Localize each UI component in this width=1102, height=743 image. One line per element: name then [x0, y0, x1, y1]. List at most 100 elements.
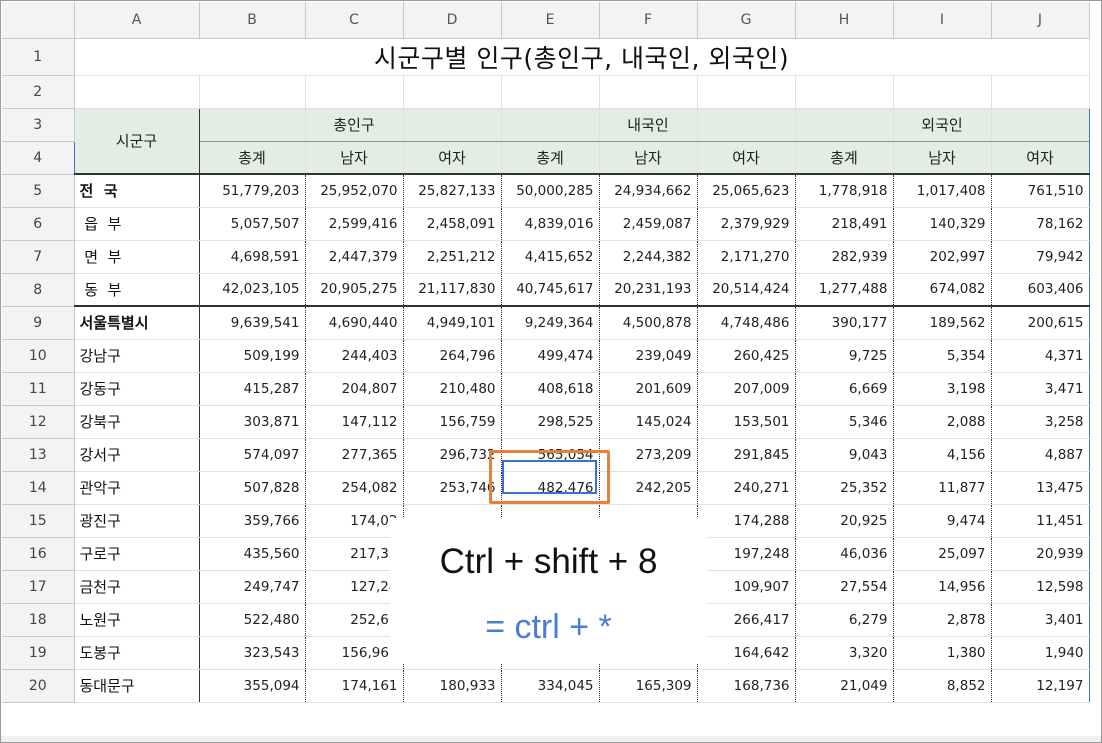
value-cell[interactable]: 14,956: [893, 570, 992, 604]
value-cell[interactable]: 11,877: [893, 471, 992, 505]
row-header[interactable]: 18: [2, 603, 75, 637]
value-cell[interactable]: 277,365: [305, 438, 404, 472]
sub-header-cell[interactable]: 여자: [991, 141, 1090, 175]
region-name-cell[interactable]: 노원구: [73, 603, 200, 637]
value-cell[interactable]: 674,082: [893, 273, 992, 307]
value-cell[interactable]: 9,639,541: [199, 306, 306, 340]
value-cell[interactable]: 359,766: [199, 504, 306, 538]
cell[interactable]: [991, 107, 1090, 142]
value-cell[interactable]: 1,277,488: [795, 273, 894, 307]
cell[interactable]: [305, 75, 404, 109]
region-name-cell[interactable]: 서울특별시: [73, 306, 200, 340]
value-cell[interactable]: 2,088: [893, 405, 992, 439]
column-header-e[interactable]: E: [501, 2, 600, 39]
sub-header-cell[interactable]: 총계: [199, 141, 306, 175]
value-cell[interactable]: 4,371: [991, 339, 1090, 373]
column-header-d[interactable]: D: [403, 2, 502, 39]
value-cell[interactable]: 1,017,408: [893, 174, 992, 208]
value-cell[interactable]: 4,949,101: [403, 306, 502, 340]
group-header-foreign[interactable]: 외국인: [893, 107, 992, 142]
region-name-cell[interactable]: 광진구: [73, 504, 200, 538]
value-cell[interactable]: 174,288: [697, 504, 796, 538]
value-cell[interactable]: 21,049: [795, 669, 894, 703]
value-cell[interactable]: 4,839,016: [501, 207, 600, 241]
value-cell[interactable]: 20,939: [991, 537, 1090, 571]
value-cell[interactable]: 1,380: [893, 636, 992, 670]
value-cell[interactable]: 761,510: [991, 174, 1090, 208]
cell[interactable]: [697, 107, 796, 142]
region-name-cell[interactable]: 동대문구: [73, 669, 200, 703]
cell[interactable]: [991, 75, 1090, 109]
cell[interactable]: [199, 75, 306, 109]
row-header[interactable]: 14: [2, 471, 75, 505]
value-cell[interactable]: 210,480: [403, 372, 502, 406]
value-cell[interactable]: 509,199: [199, 339, 306, 373]
column-header-h[interactable]: H: [795, 2, 894, 39]
cell[interactable]: [501, 75, 600, 109]
value-cell[interactable]: 197,248: [697, 537, 796, 571]
cell[interactable]: [74, 75, 200, 109]
sub-header-cell[interactable]: 총계: [501, 141, 600, 175]
value-cell[interactable]: 6,279: [795, 603, 894, 637]
value-cell[interactable]: 303,871: [199, 405, 306, 439]
value-cell[interactable]: 8,852: [893, 669, 992, 703]
cell[interactable]: [403, 75, 502, 109]
row-header[interactable]: 2: [2, 75, 75, 109]
value-cell[interactable]: 334,045: [501, 669, 600, 703]
value-cell[interactable]: 499,474: [501, 339, 600, 373]
value-cell[interactable]: 2,251,212: [403, 240, 502, 274]
value-cell[interactable]: 27,554: [795, 570, 894, 604]
region-name-cell[interactable]: 구로구: [73, 537, 200, 571]
value-cell[interactable]: 252,66: [305, 603, 404, 637]
group-header-total[interactable]: 총인구: [305, 107, 404, 142]
horizontal-scrollbar[interactable]: [1, 736, 1101, 742]
value-cell[interactable]: 156,759: [403, 405, 502, 439]
value-cell[interactable]: 5,354: [893, 339, 992, 373]
value-cell[interactable]: 574,097: [199, 438, 306, 472]
sub-header-cell[interactable]: 여자: [697, 141, 796, 175]
value-cell[interactable]: 5,057,507: [199, 207, 306, 241]
value-cell[interactable]: 46,036: [795, 537, 894, 571]
value-cell[interactable]: 390,177: [795, 306, 894, 340]
value-cell[interactable]: 20,905,275: [305, 273, 404, 307]
value-cell[interactable]: 253,746: [403, 471, 502, 505]
value-cell[interactable]: 2,878: [893, 603, 992, 637]
value-cell[interactable]: 1,778,918: [795, 174, 894, 208]
row-header[interactable]: 3: [2, 108, 75, 142]
sub-header-cell[interactable]: 남자: [599, 141, 698, 175]
row-header[interactable]: 6: [2, 207, 75, 241]
cell[interactable]: [697, 75, 796, 109]
value-cell[interactable]: 12,598: [991, 570, 1090, 604]
row-header[interactable]: 19: [2, 636, 75, 670]
value-cell[interactable]: 415,287: [199, 372, 306, 406]
value-cell[interactable]: 4,698,591: [199, 240, 306, 274]
column-header-g[interactable]: G: [697, 2, 796, 39]
group-header-native[interactable]: 내국인: [599, 107, 698, 142]
row-header[interactable]: 5: [2, 174, 75, 208]
row-header[interactable]: 10: [2, 339, 75, 373]
column-header-c[interactable]: C: [305, 2, 404, 39]
row-header[interactable]: 16: [2, 537, 75, 571]
value-cell[interactable]: 2,447,379: [305, 240, 404, 274]
value-cell[interactable]: 145,024: [599, 405, 698, 439]
value-cell[interactable]: 408,618: [501, 372, 600, 406]
region-name-cell[interactable]: 강서구: [73, 438, 200, 472]
value-cell[interactable]: 25,827,133: [403, 174, 502, 208]
value-cell[interactable]: 323,543: [199, 636, 306, 670]
value-cell[interactable]: 189,562: [893, 306, 992, 340]
row-header[interactable]: 13: [2, 438, 75, 472]
value-cell[interactable]: 204,807: [305, 372, 404, 406]
value-cell[interactable]: 147,112: [305, 405, 404, 439]
region-name-cell[interactable]: 금천구: [73, 570, 200, 604]
value-cell[interactable]: 51,779,203: [199, 174, 306, 208]
value-cell[interactable]: 4,415,652: [501, 240, 600, 274]
column-header-j[interactable]: J: [991, 2, 1090, 39]
value-cell[interactable]: 168,736: [697, 669, 796, 703]
value-cell[interactable]: 507,828: [199, 471, 306, 505]
cell[interactable]: [893, 75, 992, 109]
value-cell[interactable]: 4,887: [991, 438, 1090, 472]
value-cell[interactable]: 5,346: [795, 405, 894, 439]
value-cell[interactable]: 127,24: [305, 570, 404, 604]
value-cell[interactable]: 20,514,424: [697, 273, 796, 307]
sub-header-cell[interactable]: 여자: [403, 141, 502, 175]
